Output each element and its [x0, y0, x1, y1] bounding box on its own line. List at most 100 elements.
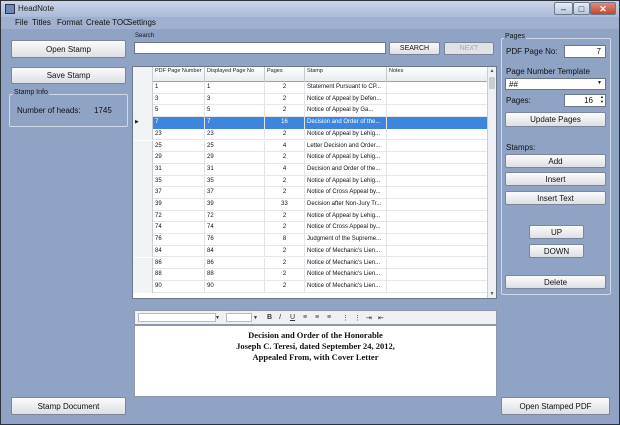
row-header[interactable]: ▶ — [133, 117, 153, 129]
row-header[interactable] — [133, 199, 153, 211]
font-dropdown-icon[interactable]: ▼ — [215, 315, 220, 321]
insert-text-button[interactable]: Insert Text — [505, 191, 606, 205]
stamp-cell[interactable]: Notice of Cross Appeal by... — [305, 222, 387, 235]
next-button[interactable]: NEXT — [444, 42, 494, 55]
bullet-list-icon[interactable]: ⋮ — [342, 314, 349, 322]
pages-cell[interactable]: 2 — [265, 187, 305, 199]
stamp-cell[interactable]: Notice of Appeal by Lehig... — [305, 152, 387, 164]
pages-cell[interactable]: 2 — [265, 269, 305, 281]
table-row[interactable]: 76 76 8 Judgment of the Supreme... — [133, 234, 488, 246]
pages-cell[interactable]: 4 — [265, 163, 305, 176]
row-header[interactable] — [133, 93, 153, 106]
table-row[interactable]: 84 84 2 Notice of Mechanic's Lien... — [133, 245, 488, 258]
pdf-page-cell[interactable]: 76 — [153, 234, 205, 246]
pages-cell[interactable]: 2 — [265, 82, 305, 94]
pdf-page-cell[interactable]: 29 — [153, 152, 205, 164]
notes-cell[interactable] — [387, 234, 488, 246]
pages-cell[interactable]: 2 — [265, 93, 305, 106]
save-stamp-button[interactable]: Save Stamp — [11, 67, 126, 84]
row-header[interactable] — [133, 175, 153, 188]
pages-cell[interactable]: 2 — [265, 257, 305, 270]
add-button[interactable]: Add — [505, 154, 606, 168]
column-header-pdf-page[interactable]: PDF Page Number — [153, 67, 205, 82]
stamp-cell[interactable]: Decision and Order of the... — [305, 117, 387, 129]
pages-cell[interactable]: 2 — [265, 152, 305, 164]
menu-format[interactable]: Format — [57, 18, 82, 27]
table-row[interactable]: 74 74 2 Notice of Cross Appeal by... — [133, 222, 488, 235]
notes-cell[interactable] — [387, 245, 488, 258]
pdf-page-cell[interactable]: 25 — [153, 140, 205, 153]
notes-cell[interactable] — [387, 269, 488, 281]
pdf-page-cell[interactable]: 88 — [153, 269, 205, 281]
column-header-stamp[interactable]: Stamp — [305, 67, 387, 82]
column-header-notes[interactable]: Notes — [387, 67, 488, 82]
stamp-cell[interactable]: Notice of Appeal by Lehig... — [305, 128, 387, 141]
stamp-cell[interactable]: Letter Decision and Order... — [305, 140, 387, 153]
pdf-page-cell[interactable]: 37 — [153, 187, 205, 199]
stamp-text-editor[interactable]: Decision and Order of the Honorable Jose… — [134, 325, 497, 397]
outdent-icon[interactable]: ⇤ — [378, 314, 384, 322]
pdf-page-cell[interactable]: 1 — [153, 82, 205, 94]
menu-settings[interactable]: Settings — [127, 18, 156, 27]
pdf-page-no-field[interactable]: 7 — [564, 45, 606, 58]
displayed-page-cell[interactable]: 35 — [205, 175, 265, 188]
pages-cell[interactable]: 4 — [265, 140, 305, 153]
maximize-button[interactable]: □ — [573, 2, 590, 15]
scroll-up-icon[interactable]: ▲ — [488, 67, 496, 75]
table-row[interactable]: 86 86 2 Notice of Mechanic's Lien... — [133, 257, 488, 270]
stamp-document-button[interactable]: Stamp Document — [11, 397, 126, 415]
table-row[interactable]: 3 3 2 Notice of Appeal by Defen... — [133, 93, 488, 106]
notes-cell[interactable] — [387, 257, 488, 270]
pdf-page-cell[interactable]: 86 — [153, 257, 205, 270]
row-header[interactable] — [133, 280, 153, 293]
row-header[interactable] — [133, 257, 153, 270]
row-header[interactable] — [133, 140, 153, 153]
row-header[interactable] — [133, 82, 153, 94]
displayed-page-cell[interactable]: 76 — [205, 234, 265, 246]
notes-cell[interactable] — [387, 105, 488, 118]
pages-cell[interactable]: 2 — [265, 280, 305, 293]
pdf-page-cell[interactable]: 90 — [153, 280, 205, 293]
column-header-displayed-page[interactable]: Displayed Page No — [205, 67, 265, 82]
row-header[interactable] — [133, 163, 153, 176]
row-header[interactable] — [133, 152, 153, 164]
displayed-page-cell[interactable]: 5 — [205, 105, 265, 118]
scroll-down-icon[interactable]: ▼ — [488, 290, 496, 298]
notes-cell[interactable] — [387, 128, 488, 141]
stamp-cell[interactable]: Notice of Appeal by Lehig... — [305, 210, 387, 223]
displayed-page-cell[interactable]: 72 — [205, 210, 265, 223]
table-row[interactable]: 1 1 2 Statement Pursuant to CP... — [133, 82, 488, 94]
row-header[interactable] — [133, 222, 153, 235]
notes-cell[interactable] — [387, 117, 488, 129]
displayed-page-cell[interactable]: 23 — [205, 128, 265, 141]
font-select[interactable] — [138, 313, 216, 322]
size-dropdown-icon[interactable]: ▼ — [253, 315, 258, 321]
notes-cell[interactable] — [387, 187, 488, 199]
pages-cell[interactable]: 2 — [265, 128, 305, 141]
pages-cell[interactable]: 2 — [265, 105, 305, 118]
displayed-page-cell[interactable]: 88 — [205, 269, 265, 281]
stamp-cell[interactable]: Notice of Mechanic's Lien... — [305, 280, 387, 293]
pdf-page-cell[interactable]: 39 — [153, 199, 205, 211]
pdf-page-cell[interactable]: 31 — [153, 163, 205, 176]
notes-cell[interactable] — [387, 175, 488, 188]
stamp-cell[interactable]: Decision and Order of the... — [305, 163, 387, 176]
displayed-page-cell[interactable]: 1 — [205, 82, 265, 94]
table-row[interactable]: 37 37 2 Notice of Cross Appeal by... — [133, 187, 488, 199]
stamp-cell[interactable]: Notice of Appeal by Defen... — [305, 93, 387, 106]
down-button[interactable]: DOWN — [529, 244, 584, 258]
row-header[interactable] — [133, 128, 153, 141]
displayed-page-cell[interactable]: 37 — [205, 187, 265, 199]
pages-cell[interactable]: 33 — [265, 199, 305, 211]
notes-cell[interactable] — [387, 210, 488, 223]
row-header[interactable] — [133, 187, 153, 199]
notes-cell[interactable] — [387, 152, 488, 164]
stamp-cell[interactable]: Statement Pursuant to CP... — [305, 82, 387, 94]
search-input[interactable] — [134, 42, 386, 54]
table-row[interactable]: ▶ 7 7 16 Decision and Order of the... — [133, 117, 488, 129]
close-button[interactable]: ✕ — [590, 2, 616, 15]
displayed-page-cell[interactable]: 29 — [205, 152, 265, 164]
table-row[interactable]: 23 23 2 Notice of Appeal by Lehig... — [133, 128, 488, 141]
stamp-cell[interactable]: Notice of Mechanic's Lien... — [305, 257, 387, 270]
displayed-page-cell[interactable]: 90 — [205, 280, 265, 293]
